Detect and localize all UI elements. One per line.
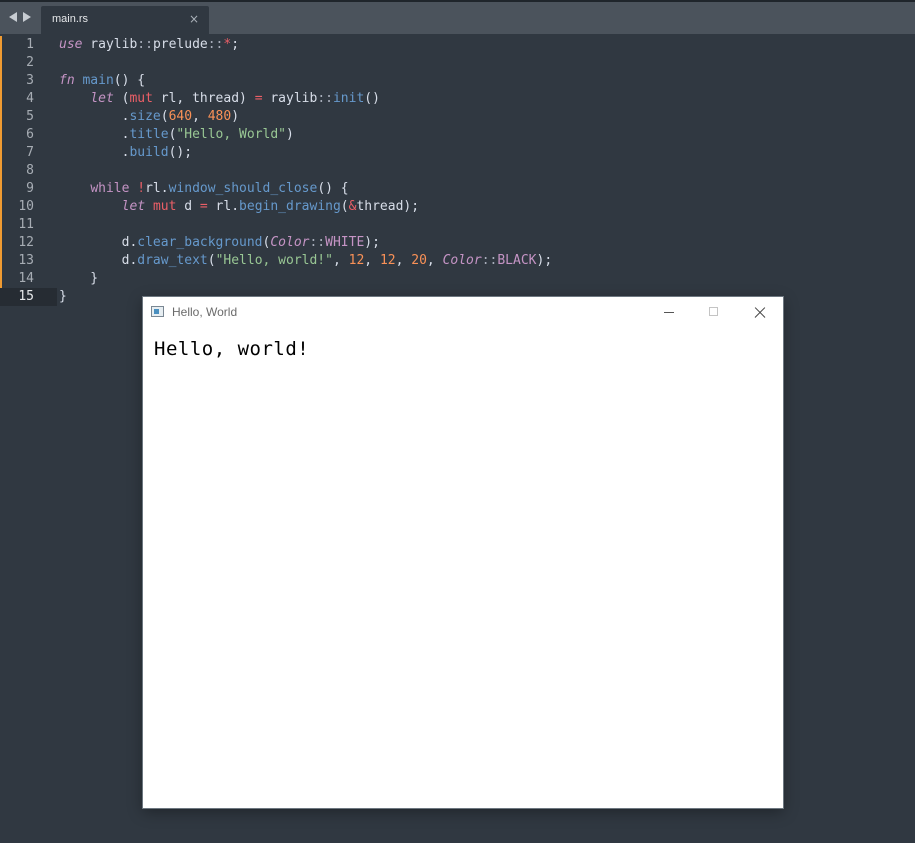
code-text: } [59, 271, 99, 286]
code-line[interactable]: 8 [0, 162, 915, 180]
tab-bar: main.rs × [0, 2, 915, 34]
code-line[interactable]: 6 .title("Hello, World") [0, 126, 915, 144]
back-arrow-icon[interactable] [9, 12, 17, 22]
code-line[interactable]: 4 let (mut rl, thread) = raylib::init() [0, 90, 915, 108]
line-number: 9 [26, 181, 34, 196]
close-icon[interactable]: × [189, 12, 199, 26]
close-window-button[interactable] [737, 299, 782, 325]
app-window-icon [151, 306, 164, 317]
code-line[interactable]: 9 while !rl.window_should_close() { [0, 180, 915, 198]
code-line[interactable]: 13 d.draw_text("Hello, world!", 12, 12, … [0, 252, 915, 270]
code-text: d.draw_text("Hello, world!", 12, 12, 20,… [59, 253, 553, 268]
code-line[interactable]: 11 [0, 216, 915, 234]
line-number: 6 [26, 127, 34, 142]
line-number: 15 [18, 289, 34, 304]
code-line[interactable]: 10 let mut d = rl.begin_drawing(&thread)… [0, 198, 915, 216]
code-text: let (mut rl, thread) = raylib::init() [90, 91, 380, 106]
code-text: .title("Hello, World") [59, 127, 294, 142]
line-number: 4 [26, 91, 34, 106]
line-number: 5 [26, 109, 34, 124]
app-window[interactable]: Hello, World Hello, world! [143, 297, 783, 808]
tab-main-rs[interactable]: main.rs × [41, 6, 209, 34]
canvas-text: Hello, world! [154, 338, 310, 360]
code-line[interactable]: 3 fn main() { [0, 72, 915, 90]
line-number: 10 [18, 199, 34, 214]
code-text: while !rl.window_should_close() { [90, 181, 349, 196]
line-number: 8 [26, 163, 34, 178]
line-number: 11 [18, 217, 34, 232]
code-line[interactable]: 7 .build(); [0, 144, 915, 162]
line-number: 12 [18, 235, 34, 250]
code-line[interactable]: 2 [0, 54, 915, 72]
line-number: 1 [26, 37, 34, 52]
minimize-button[interactable] [647, 299, 692, 325]
code-text: .size(640, 480) [59, 109, 240, 124]
forward-arrow-icon[interactable] [23, 12, 31, 22]
line-number: 2 [26, 55, 34, 70]
code-line[interactable]: 14 } [0, 270, 915, 288]
line-number: 14 [18, 271, 34, 286]
code-line[interactable]: 15} [0, 288, 67, 306]
code-text: let mut d = rl.begin_drawing(&thread); [121, 199, 420, 214]
code-text: d.clear_background(Color::WHITE); [59, 235, 380, 250]
line-number: 13 [18, 253, 34, 268]
code-text: } [59, 289, 67, 304]
code-line[interactable]: 1 use raylib::prelude::*; [0, 36, 915, 54]
code-line[interactable]: 5 .size(640, 480) [0, 108, 915, 126]
line-number: 7 [26, 145, 34, 160]
code-text: .build(); [59, 145, 193, 160]
app-window-title: Hello, World [172, 305, 238, 319]
code-line[interactable]: 12 d.clear_background(Color::WHITE); [0, 234, 915, 252]
code-text: fn main() { [59, 73, 146, 88]
code-text: use raylib::prelude::*; [59, 37, 240, 52]
line-number: 3 [26, 73, 34, 88]
maximize-button[interactable] [692, 299, 737, 325]
tab-label: main.rs [52, 13, 89, 25]
